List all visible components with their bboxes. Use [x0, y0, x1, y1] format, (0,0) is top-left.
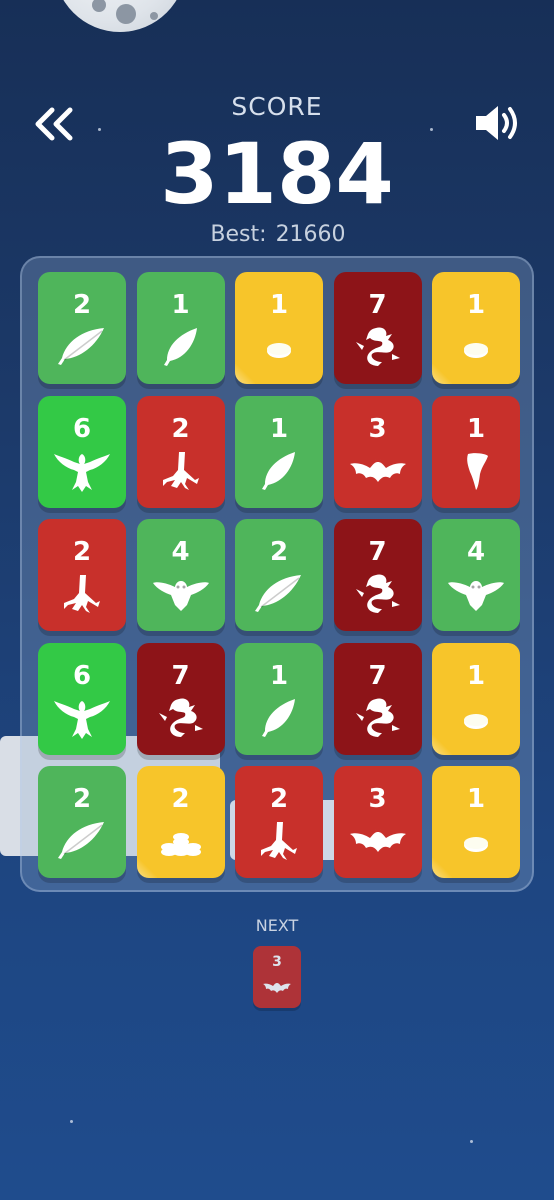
- tile[interactable]: 2: [38, 519, 126, 631]
- tile-value: 7: [368, 537, 387, 567]
- phoenix-icon: [54, 453, 110, 492]
- claw-icon: [162, 451, 199, 490]
- tile[interactable]: 2: [38, 766, 126, 878]
- tile-corner-shine: [235, 364, 255, 384]
- tile[interactable]: 2: [235, 766, 323, 878]
- moon-crater: [116, 4, 136, 24]
- claw-icon: [261, 822, 297, 860]
- tile-value: 1: [269, 660, 289, 691]
- next-tile-value: 3: [272, 954, 282, 970]
- tile-value: 1: [466, 660, 486, 691]
- coin-icon: [464, 837, 488, 852]
- next-tile-preview: 3: [253, 946, 301, 1008]
- tile-value: 1: [466, 413, 486, 444]
- tile[interactable]: 1: [432, 766, 520, 878]
- feather-icon: [58, 822, 104, 859]
- tile-value: 3: [368, 784, 387, 814]
- tile-value: 2: [72, 290, 92, 320]
- tile-value: 6: [72, 660, 92, 691]
- tile-corner-shine: [136, 858, 157, 878]
- tile-value: 6: [72, 413, 92, 444]
- leaf-icon: [262, 698, 295, 737]
- tile[interactable]: 6: [38, 395, 126, 508]
- tile-corner-shine: [432, 364, 452, 384]
- tile[interactable]: 4: [432, 519, 520, 631]
- next-label: NEXT: [255, 916, 299, 935]
- moon-crater: [150, 12, 158, 20]
- tile[interactable]: 1: [235, 272, 323, 384]
- feather-icon: [58, 328, 104, 365]
- tile-value: 2: [72, 537, 92, 567]
- tile-value: 2: [269, 784, 289, 814]
- tile[interactable]: 4: [136, 519, 225, 631]
- tile-value: 1: [466, 784, 486, 814]
- tile-value: 1: [466, 290, 486, 320]
- tile-value: 1: [269, 290, 289, 320]
- tile-value: 2: [171, 784, 190, 814]
- tile[interactable]: 2: [38, 272, 126, 384]
- coin-icon: [464, 713, 488, 729]
- phoenix-icon: [54, 700, 110, 739]
- coin-icon: [267, 343, 291, 358]
- tile-corner-shine: [432, 734, 452, 755]
- dragon-icon: [355, 327, 400, 366]
- tile[interactable]: 2: [136, 395, 225, 508]
- tile[interactable]: 1: [432, 272, 520, 384]
- tile-value: 1: [269, 413, 289, 444]
- bat-icon: [261, 976, 293, 998]
- best-value: 21660: [275, 222, 346, 247]
- moon-crater: [92, 0, 106, 12]
- moon-decoration: [54, 0, 186, 32]
- tile[interactable]: 1: [235, 395, 323, 508]
- bat-icon: [349, 457, 406, 482]
- dragon-icon: [355, 697, 400, 737]
- tile[interactable]: 7: [136, 642, 225, 755]
- tile[interactable]: 7: [333, 519, 422, 631]
- tile[interactable]: 3: [333, 395, 422, 508]
- tile-value: 7: [368, 290, 387, 320]
- score-value: 3184: [160, 125, 394, 223]
- claw-icon: [64, 575, 100, 613]
- fang-icon: [467, 452, 488, 490]
- bat-icon: [349, 828, 406, 852]
- tile-value: 2: [72, 784, 92, 814]
- tile[interactable]: 3: [333, 766, 422, 878]
- feather-icon: [255, 575, 301, 612]
- tile-value: 7: [368, 660, 387, 691]
- coin-stack-icon: [160, 833, 201, 856]
- best-score: Best: 21660: [0, 222, 554, 247]
- game-board: 2 1 1 7 1 6 2 1 3 1 2 4 2 7 4 6 7 1 7 1 2 2 2 3 1: [20, 256, 534, 892]
- tile-value: 2: [171, 413, 190, 444]
- tile[interactable]: 2: [235, 519, 323, 631]
- dragon-icon: [355, 574, 400, 613]
- tile[interactable]: 7: [333, 642, 422, 755]
- leaf-icon: [163, 328, 197, 366]
- tile-value: 3: [368, 413, 387, 444]
- tile-corner-shine: [432, 858, 452, 878]
- tile-value: 2: [269, 537, 289, 567]
- tile-value: 4: [466, 537, 486, 567]
- tile-value: 1: [171, 290, 190, 320]
- tile[interactable]: 6: [38, 642, 126, 755]
- tile[interactable]: 1: [432, 395, 520, 508]
- best-label: Best:: [210, 222, 267, 247]
- tile[interactable]: 1: [432, 642, 520, 755]
- star: [70, 1120, 73, 1123]
- leaf-icon: [262, 451, 295, 490]
- owl-icon: [448, 581, 504, 611]
- tile[interactable]: 7: [333, 272, 422, 384]
- tile-value: 4: [171, 537, 190, 567]
- coin-icon: [464, 343, 488, 358]
- tile-value: 7: [171, 660, 190, 691]
- dragon-icon: [158, 697, 203, 737]
- star: [470, 1140, 473, 1143]
- score-label: SCORE: [231, 92, 323, 121]
- tile[interactable]: 1: [235, 642, 323, 755]
- tile[interactable]: 2: [136, 766, 225, 878]
- tile[interactable]: 1: [136, 272, 225, 384]
- owl-icon: [152, 581, 209, 611]
